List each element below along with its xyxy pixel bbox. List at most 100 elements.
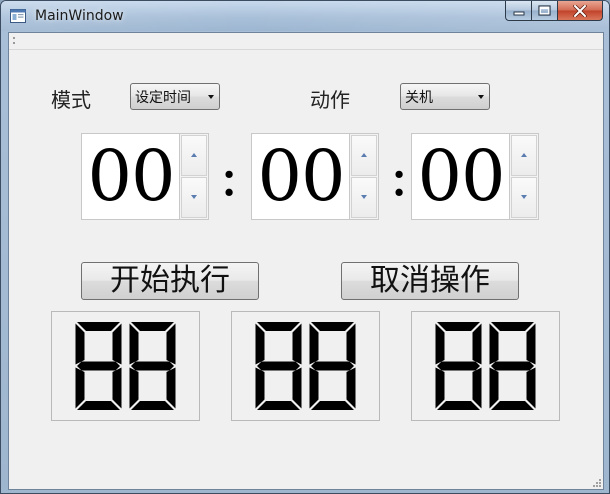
hours-spin-buttons	[179, 134, 208, 219]
seconds-value[interactable]: 00	[412, 134, 510, 219]
lcd-digit	[435, 322, 482, 410]
lcd-segment	[292, 323, 302, 365]
lcd-segment	[257, 361, 300, 371]
minutes-down-button[interactable]	[351, 177, 377, 218]
time-separator: :	[219, 144, 239, 209]
seconds-down-button[interactable]	[511, 177, 537, 218]
hours-value[interactable]: 00	[82, 134, 180, 219]
lcd-digit	[309, 322, 356, 410]
title-bar[interactable]: MainWindow	[1, 1, 609, 31]
lcd-segment	[489, 367, 499, 409]
lcd-segment	[346, 367, 356, 409]
lcd-segment	[129, 323, 139, 365]
lcd-segment	[255, 323, 265, 365]
lcd-segment	[346, 323, 356, 365]
mode-label: 模式	[51, 88, 91, 112]
lcd-digits	[75, 322, 176, 410]
grip-icon	[13, 37, 15, 44]
lcd-segment	[437, 322, 480, 331]
lcd-digit	[129, 322, 176, 410]
action-selected-value: 关机	[405, 89, 433, 106]
lcd-segment	[112, 323, 122, 365]
maximize-icon	[538, 5, 551, 16]
window-title: MainWindow	[35, 8, 124, 24]
minutes-value[interactable]: 00	[252, 134, 350, 219]
arrow-up-icon	[361, 153, 367, 157]
start-button[interactable]: 开始执行	[81, 262, 259, 300]
mode-selected-value: 设定时间	[135, 89, 191, 106]
hours-up-button[interactable]	[181, 135, 207, 176]
lcd-segment	[129, 367, 139, 409]
close-icon	[573, 4, 587, 17]
central-widget: 模式 设定时间 动作 关机 00 : 00 : 00 开始执行 取消操作	[8, 32, 604, 490]
lcd-hours	[51, 311, 200, 421]
minutes-spin-buttons	[349, 134, 378, 219]
lcd-digit	[255, 322, 302, 410]
lcd-segment	[257, 322, 300, 331]
maximize-button[interactable]	[531, 1, 557, 21]
seconds-spinbox[interactable]: 00	[411, 133, 539, 220]
lcd-segment	[77, 361, 120, 371]
caption-buttons	[505, 1, 603, 22]
minimize-button[interactable]	[505, 1, 531, 21]
lcd-segment	[112, 367, 122, 409]
hours-down-button[interactable]	[181, 177, 207, 218]
hours-spinbox[interactable]: 00	[81, 133, 209, 220]
arrow-up-icon	[191, 153, 197, 157]
lcd-segment	[491, 361, 534, 371]
minutes-up-button[interactable]	[351, 135, 377, 176]
chevron-down-icon	[478, 95, 484, 99]
lcd-segment	[437, 361, 480, 371]
lcd-segment	[491, 401, 534, 410]
lcd-digit	[75, 322, 122, 410]
lcd-segment	[77, 322, 120, 331]
chevron-down-icon	[208, 95, 214, 99]
lcd-segment	[257, 401, 300, 410]
lcd-segment	[437, 401, 480, 410]
lcd-segment	[311, 361, 354, 371]
lcd-segment	[526, 323, 536, 365]
lcd-minutes	[231, 311, 380, 421]
app-window-icon	[10, 9, 26, 23]
lcd-segment	[309, 367, 319, 409]
cancel-button[interactable]: 取消操作	[341, 262, 519, 300]
lcd-segment	[131, 322, 174, 331]
resize-grip-icon[interactable]	[592, 478, 602, 488]
lcd-segment	[435, 367, 445, 409]
time-separator: :	[389, 144, 409, 209]
lcd-digits	[255, 322, 356, 410]
action-combobox[interactable]: 关机	[400, 83, 490, 110]
minimize-icon	[513, 11, 524, 15]
seconds-up-button[interactable]	[511, 135, 537, 176]
lcd-segment	[77, 401, 120, 410]
lcd-seconds	[411, 311, 560, 421]
arrow-down-icon	[521, 195, 527, 199]
arrow-up-icon	[521, 153, 527, 157]
seconds-spin-buttons	[509, 134, 538, 219]
action-label: 动作	[310, 88, 350, 112]
lcd-segment	[311, 322, 354, 331]
lcd-segment	[255, 367, 265, 409]
lcd-digit	[489, 322, 536, 410]
lcd-segment	[131, 401, 174, 410]
lcd-segment	[75, 323, 85, 365]
lcd-segment	[75, 367, 85, 409]
arrow-down-icon	[191, 195, 197, 199]
lcd-segment	[292, 367, 302, 409]
lcd-segment	[166, 323, 176, 365]
lcd-segment	[166, 367, 176, 409]
lcd-segment	[309, 323, 319, 365]
lcd-segment	[435, 323, 445, 365]
toolbar-handle[interactable]	[9, 33, 603, 50]
lcd-segment	[489, 323, 499, 365]
lcd-segment	[526, 367, 536, 409]
mode-combobox[interactable]: 设定时间	[130, 83, 220, 110]
minutes-spinbox[interactable]: 00	[251, 133, 379, 220]
lcd-segment	[472, 323, 482, 365]
arrow-down-icon	[361, 195, 367, 199]
close-button[interactable]	[557, 1, 603, 21]
main-window: MainWindow 模式 设定时间 动作 关机 00: 00: 00 开始…	[0, 0, 610, 494]
lcd-segment	[311, 401, 354, 410]
lcd-segment	[472, 367, 482, 409]
lcd-digits	[435, 322, 536, 410]
